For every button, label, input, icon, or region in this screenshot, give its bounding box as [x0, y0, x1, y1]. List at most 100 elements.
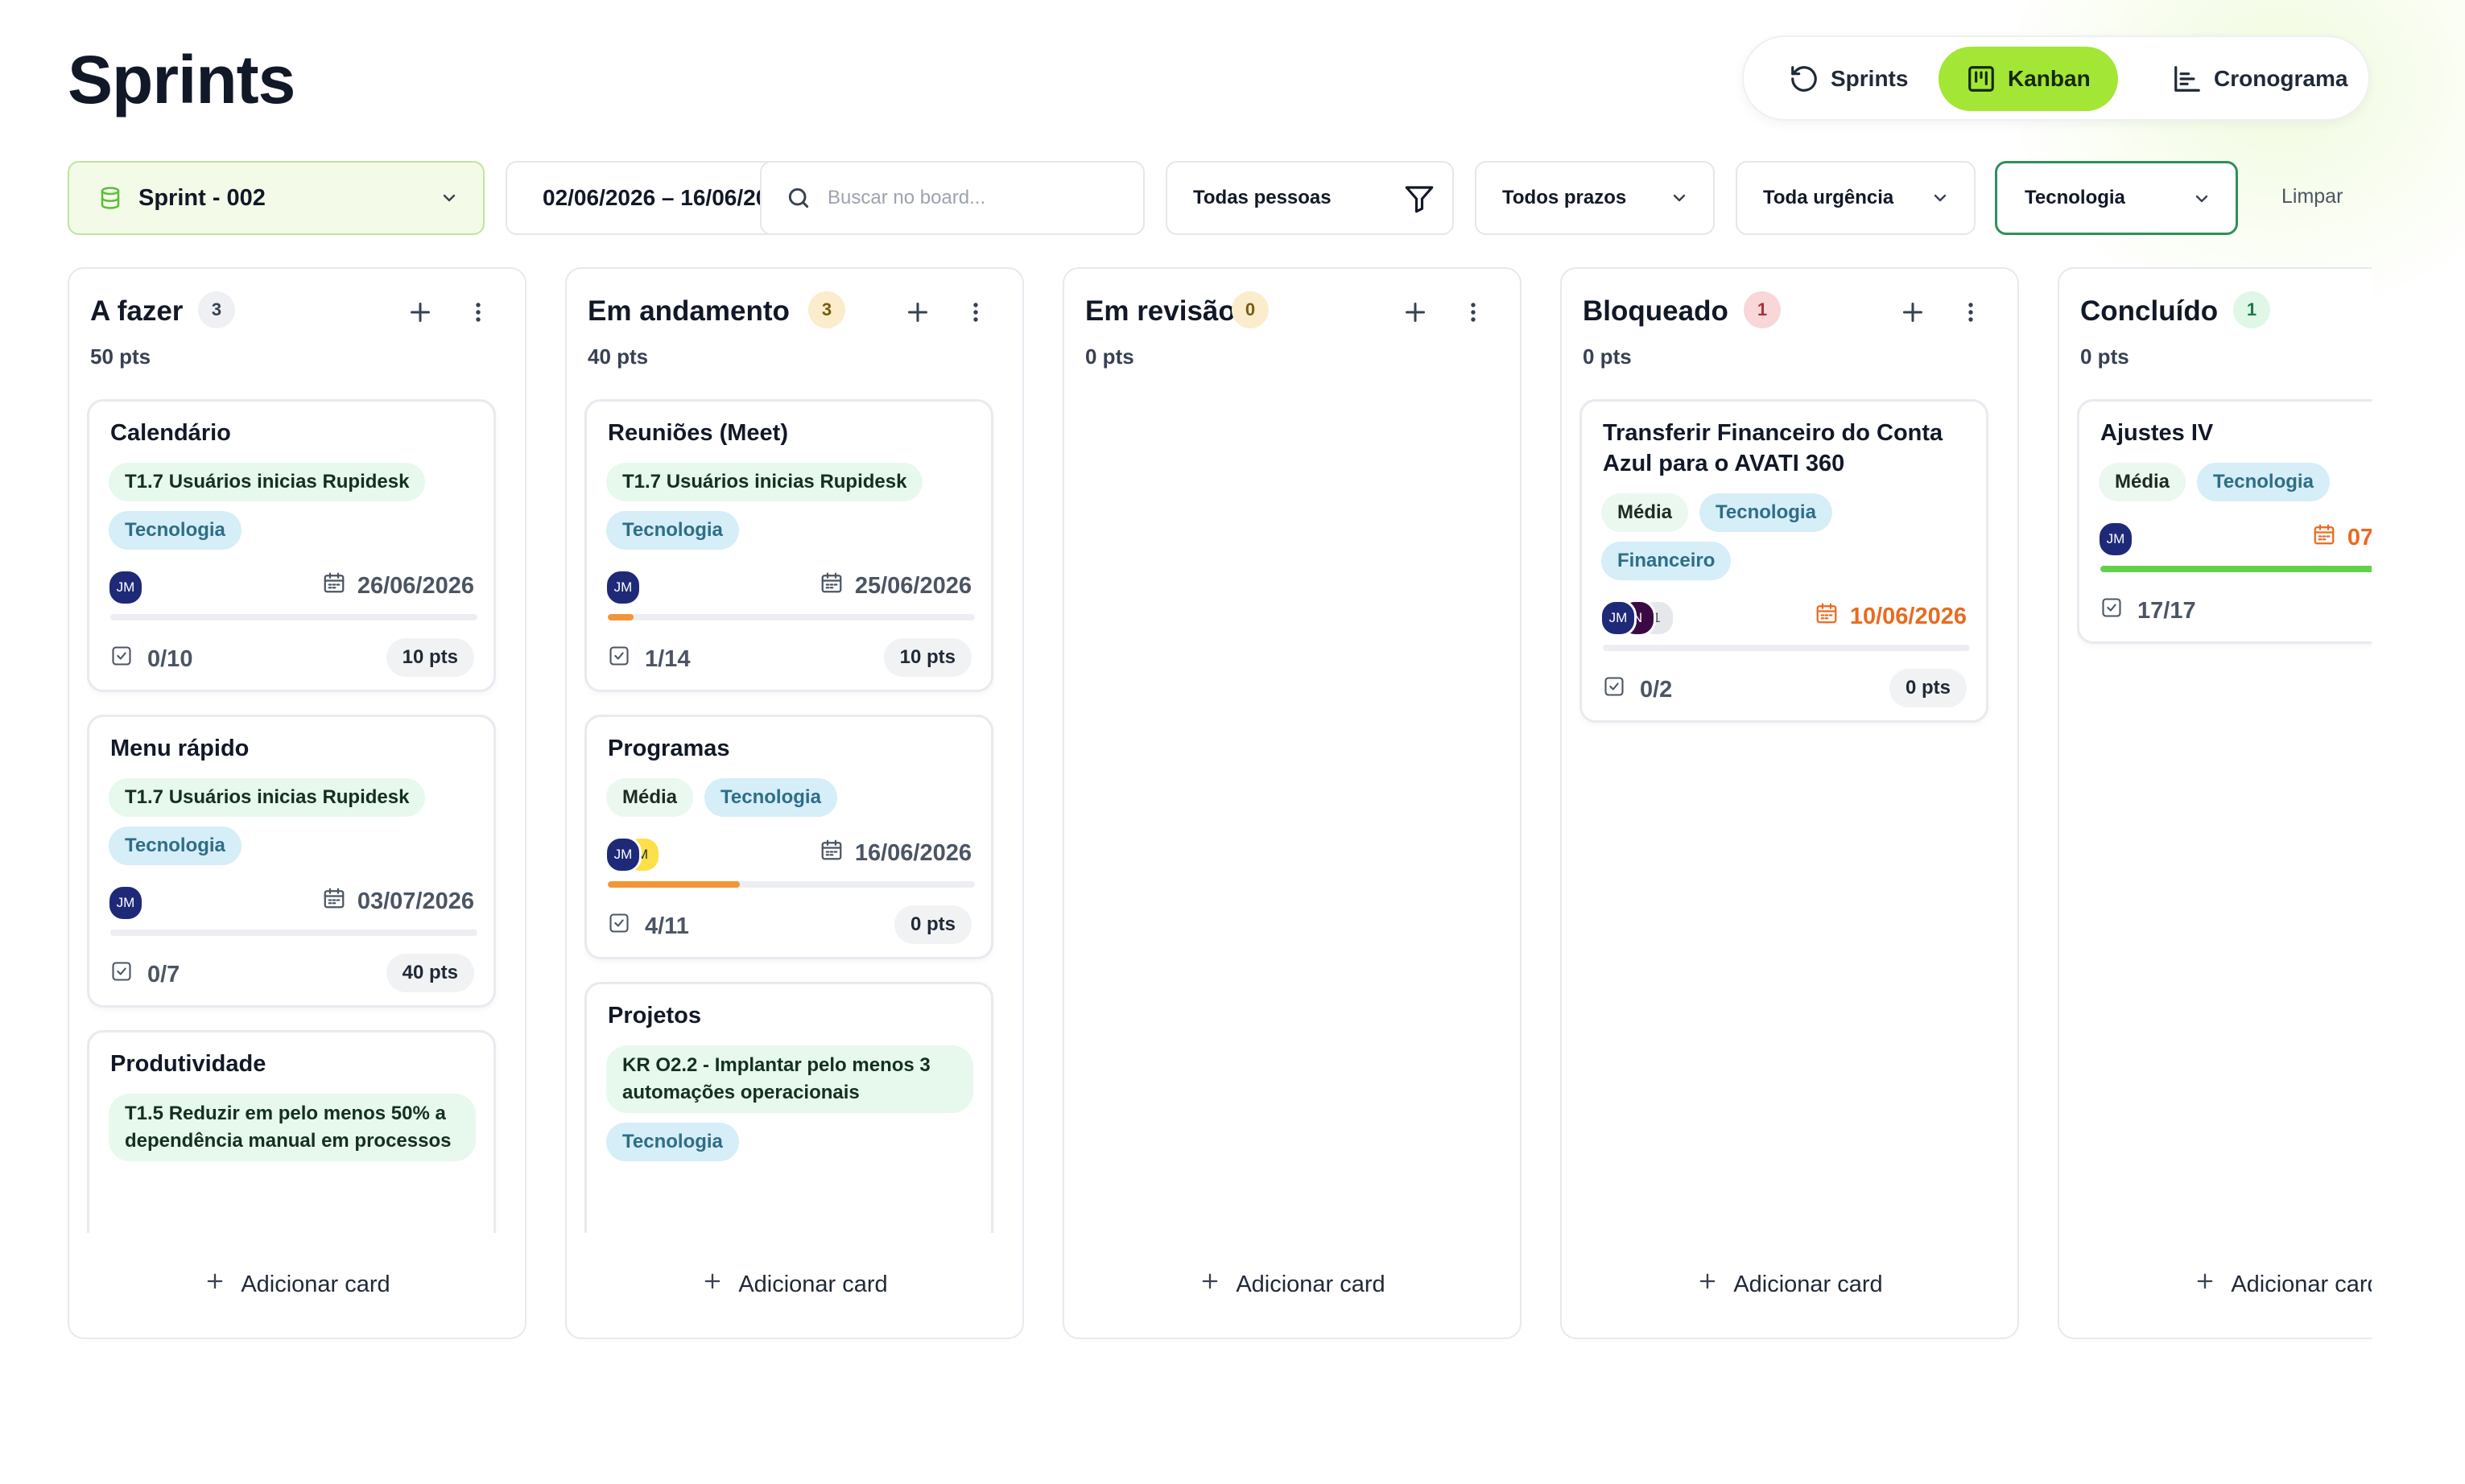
add-card-icon-button[interactable] — [406, 298, 435, 327]
search-input[interactable] — [826, 186, 1119, 210]
checkbox-icon — [110, 960, 133, 989]
checklist-text: 4/11 — [645, 913, 689, 939]
add-card-icon-button[interactable] — [903, 298, 932, 327]
column-points: 0 pts — [2080, 344, 2129, 369]
cards-list: Ajustes IV Média Tecnologia JM 07/06/2026 17/… — [2077, 399, 2372, 1233]
column-points: 0 pts — [1583, 344, 1632, 369]
add-card-icon-button[interactable] — [1401, 298, 1430, 327]
urgency-filter[interactable]: Toda urgência — [1736, 161, 1976, 235]
kanban-icon — [1968, 66, 1994, 92]
calendar-icon — [1815, 601, 1839, 632]
view-timeline-button[interactable]: Cronograma — [2145, 47, 2375, 111]
more-options-icon[interactable] — [464, 298, 493, 327]
more-options-icon[interactable] — [1956, 298, 1985, 327]
plus-icon — [1199, 1270, 1221, 1299]
checklist-text: 1/14 — [645, 645, 691, 672]
checklist-count: 0/7 — [110, 960, 180, 989]
checklist-text: 17/17 — [2137, 597, 2196, 624]
chevron-down-icon — [2195, 195, 2208, 203]
progress-bar — [110, 614, 477, 620]
add-card-label: Adicionar card — [2231, 1271, 2372, 1297]
card-points-badge: 0 pts — [894, 905, 972, 944]
checklist-count: 17/17 — [2100, 596, 2196, 625]
checkbox-icon — [608, 645, 630, 674]
column-title: Bloqueado — [1583, 295, 1728, 327]
add-card-label: Adicionar card — [1733, 1271, 1883, 1297]
card-title: Produtividade — [110, 1051, 266, 1077]
avatar[interactable]: JM — [605, 836, 642, 873]
progress-bar — [110, 930, 477, 936]
checkbox-icon — [608, 912, 630, 941]
task-card[interactable]: Programas Média Tecnologia JM M 16/06/2026 4/1… — [584, 715, 993, 959]
chevron-down-icon — [443, 194, 456, 202]
deadline-filter-value: Todos prazos — [1502, 187, 1627, 208]
search-box[interactable] — [760, 161, 1145, 235]
add-card-button[interactable]: Adicionar card — [1064, 1270, 1520, 1299]
clear-filters-button[interactable]: Limpar — [2281, 185, 2343, 208]
avatar[interactable]: JM — [1600, 600, 1637, 637]
tag-filter-value: Tecnologia — [2025, 187, 2125, 208]
calendar-icon — [322, 886, 346, 917]
column-bloqueado: Bloqueado 1 0 pts Transferir Financeiro do … — [1560, 267, 2019, 1339]
column-title: Concluído — [2080, 295, 2219, 327]
due-date: 25/06/2026 — [820, 571, 972, 601]
avatar[interactable]: JM — [2097, 521, 2134, 558]
avatar[interactable]: JM — [107, 884, 144, 921]
deadline-filter[interactable]: Todos prazos — [1475, 161, 1715, 235]
card-title: Programas — [608, 736, 730, 761]
tag-financeiro: Financeiro — [1601, 542, 1732, 580]
view-kanban-label: Kanban — [2008, 66, 2091, 91]
more-options-icon[interactable] — [961, 298, 990, 327]
cards-list — [1082, 399, 1501, 1233]
progress-fill — [608, 881, 741, 888]
add-card-button[interactable]: Adicionar card — [69, 1270, 525, 1299]
task-card[interactable]: Produtividade T1.5 Reduzir em pelo menos … — [87, 1030, 496, 1233]
task-card[interactable]: Menu rápido T1.7 Usuários inicias Rupides… — [87, 715, 496, 1008]
checklist-text: 0/2 — [1640, 676, 1673, 703]
due-date: 16/06/2026 — [820, 838, 972, 868]
add-card-button[interactable]: Adicionar card — [1562, 1270, 2017, 1299]
avatar[interactable]: JM — [107, 569, 144, 606]
date-range-picker[interactable]: 02/06/2026 – 16/06/2026 — [506, 161, 779, 235]
due-date: 26/06/2026 — [322, 571, 474, 601]
more-options-icon[interactable] — [1459, 298, 1488, 327]
view-kanban-button[interactable]: Kanban — [1939, 47, 2118, 111]
column-count-badge: 0 — [1232, 291, 1269, 328]
task-card[interactable]: Calendário T1.7 Usuários inicias Rupidesk… — [87, 399, 496, 692]
add-card-button[interactable]: Adicionar card — [567, 1270, 1022, 1299]
checklist-count: 1/14 — [608, 645, 690, 674]
tag-filter[interactable]: Tecnologia — [1995, 161, 2238, 235]
card-title: Reuniões (Meet) — [608, 420, 788, 446]
cards-list: Reuniões (Meet) T1.7 Usuários inicias Rup… — [584, 399, 1003, 1233]
due-date: 10/06/2026 — [1815, 601, 1967, 632]
card-points-badge: 0 pts — [1889, 669, 1967, 707]
view-sprints-button[interactable]: Sprints — [1761, 47, 1935, 111]
due-date: 03/07/2026 — [322, 886, 474, 917]
cards-list: Transferir Financeiro do Conta Azul para… — [1579, 399, 1998, 1233]
column-points: 0 pts — [1085, 344, 1134, 369]
task-card[interactable]: Reuniões (Meet) T1.7 Usuários inicias Rup… — [584, 399, 993, 692]
people-filter[interactable]: Todas pessoas — [1166, 161, 1454, 235]
add-card-label: Adicionar card — [1236, 1271, 1385, 1297]
checkbox-icon — [2100, 596, 2123, 625]
card-title: Calendário — [110, 420, 231, 446]
add-card-icon-button[interactable] — [1898, 298, 1927, 327]
column-title: A fazer — [90, 295, 184, 327]
task-card[interactable]: Ajustes IV Média Tecnologia JM 07/06/2026 17/… — [2077, 399, 2372, 644]
task-card[interactable]: Projetos KR O2.2 - Implantar pelo menos 3… — [584, 982, 993, 1233]
urgency-filter-value: Toda urgência — [1763, 187, 1894, 208]
sprint-select[interactable]: Sprint - 002 — [68, 161, 485, 235]
goal-tag: T1.7 Usuários inicias Rupidesk — [606, 463, 923, 501]
column-a-fazer: A fazer 3 50 pts Calendário T1.7 Usuários in… — [68, 267, 526, 1339]
due-date-text: 25/06/2026 — [854, 572, 972, 599]
tag-tecnologia: Tecnologia — [606, 511, 739, 550]
column-title: Em revisão — [1085, 295, 1236, 327]
checkbox-icon — [110, 645, 133, 674]
add-card-button[interactable]: Adicionar card — [2059, 1270, 2372, 1299]
tag-tecnologia: Tecnologia — [109, 511, 242, 550]
task-card[interactable]: Transferir Financeiro do Conta Azul para… — [1579, 399, 1988, 723]
database-icon — [101, 187, 120, 209]
avatar[interactable]: JM — [605, 569, 642, 606]
card-points-badge: 10 pts — [386, 638, 474, 677]
tag-tecnologia: Tecnologia — [1699, 493, 1832, 532]
